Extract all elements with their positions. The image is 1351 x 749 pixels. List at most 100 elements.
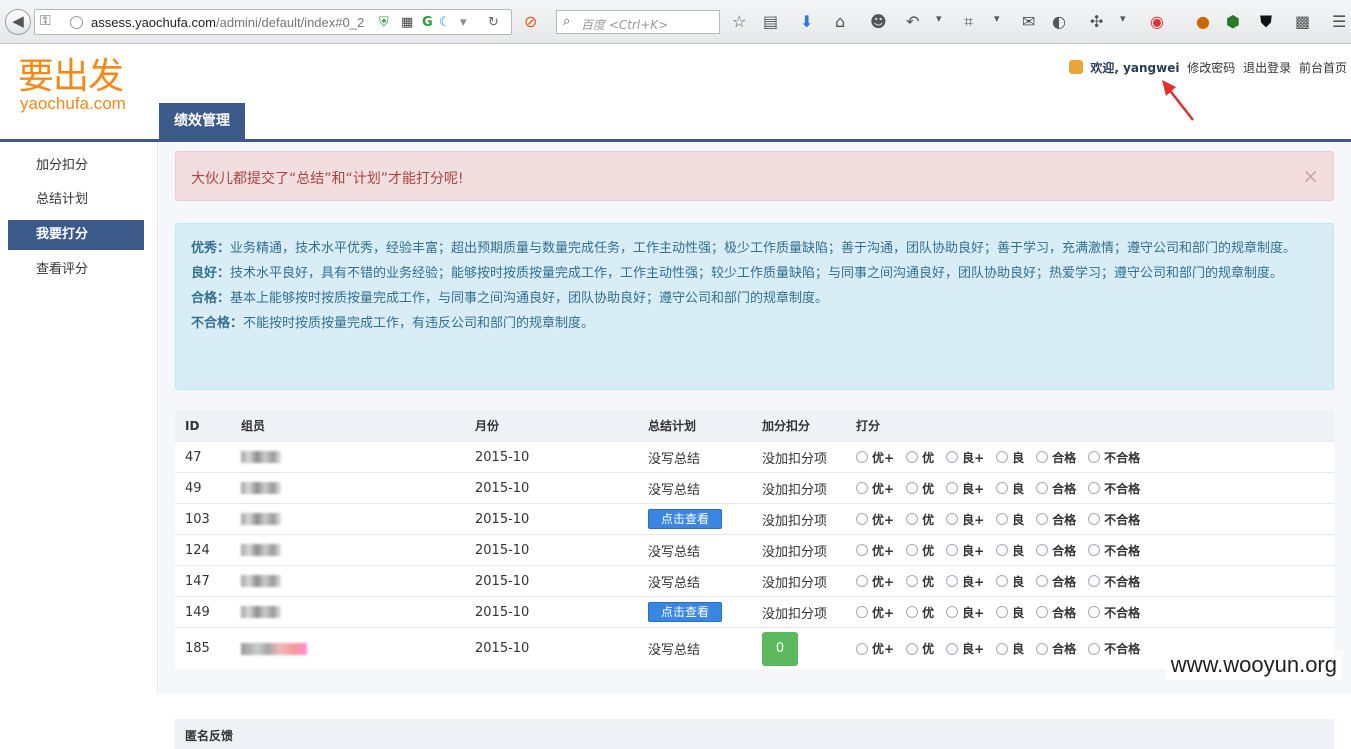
- radio-circle[interactable]: [1036, 451, 1049, 463]
- extension-red-icon[interactable]: ◉: [1150, 12, 1164, 31]
- undo-icon[interactable]: ↶: [906, 12, 919, 31]
- score-radio[interactable]: 优+: [856, 542, 894, 559]
- score-radio[interactable]: 合格: [1036, 640, 1076, 657]
- sidebar-item-rate[interactable]: 我要打分: [8, 220, 144, 250]
- radio-circle[interactable]: [946, 606, 959, 618]
- score-radio[interactable]: 良+: [946, 449, 984, 466]
- radio-circle[interactable]: [906, 451, 919, 463]
- g-extension-icon[interactable]: G: [422, 15, 433, 30]
- download-icon[interactable]: ⬇: [800, 12, 813, 31]
- radio-circle[interactable]: [1088, 451, 1101, 463]
- score-radio[interactable]: 优+: [856, 449, 894, 466]
- dropdown-arrow-icon[interactable]: ▾: [460, 15, 467, 30]
- radio-circle[interactable]: [906, 575, 919, 587]
- score-radio[interactable]: 不合格: [1088, 511, 1140, 528]
- radio-circle[interactable]: [856, 575, 868, 587]
- score-radio[interactable]: 良: [996, 640, 1024, 657]
- score-radio[interactable]: 优: [906, 542, 934, 559]
- radio-circle[interactable]: [946, 451, 959, 463]
- radio-circle[interactable]: [1088, 482, 1101, 494]
- score-radio[interactable]: 合格: [1036, 511, 1076, 528]
- bookmark-star-icon[interactable]: ☆: [732, 12, 746, 31]
- radio-circle[interactable]: [856, 606, 868, 618]
- radio-circle[interactable]: [946, 513, 959, 525]
- gesture-icon[interactable]: ◐: [1052, 12, 1066, 31]
- radio-circle[interactable]: [1088, 606, 1101, 618]
- radio-circle[interactable]: [996, 642, 1009, 655]
- radio-circle[interactable]: [1036, 513, 1049, 525]
- score-radio[interactable]: 良+: [946, 480, 984, 497]
- score-radio[interactable]: 优: [906, 604, 934, 621]
- score-radio[interactable]: 不合格: [1088, 542, 1140, 559]
- score-radio[interactable]: 良: [996, 511, 1024, 528]
- score-radio[interactable]: 优: [906, 640, 934, 657]
- radio-circle[interactable]: [906, 482, 919, 494]
- score-radio[interactable]: 合格: [1036, 449, 1076, 466]
- score-radio[interactable]: 优: [906, 511, 934, 528]
- score-radio[interactable]: 良+: [946, 604, 984, 621]
- radio-circle[interactable]: [906, 606, 919, 618]
- radio-circle[interactable]: [1036, 642, 1049, 655]
- front-home-link[interactable]: 前台首页: [1299, 61, 1347, 75]
- score-radio[interactable]: 优+: [856, 604, 894, 621]
- grid-extension-icon[interactable]: ▩: [1295, 12, 1310, 31]
- undo-menu-icon[interactable]: ▾: [936, 12, 942, 25]
- score-radio[interactable]: 不合格: [1088, 640, 1140, 657]
- score-radio[interactable]: 良+: [946, 640, 984, 657]
- reading-list-icon[interactable]: ▤: [763, 12, 778, 31]
- comment-icon[interactable]: ✉: [1022, 12, 1035, 31]
- score-radio[interactable]: 良+: [946, 573, 984, 590]
- score-radio[interactable]: 良: [996, 604, 1024, 621]
- tools-menu-icon[interactable]: ▾: [1120, 12, 1126, 25]
- chat-icon[interactable]: ☻: [870, 12, 887, 31]
- score-radio[interactable]: 优: [906, 449, 934, 466]
- score-radio[interactable]: 良: [996, 449, 1024, 466]
- score-radio[interactable]: 优: [906, 573, 934, 590]
- radio-circle[interactable]: [1088, 513, 1101, 525]
- radio-circle[interactable]: [1036, 606, 1049, 618]
- radio-circle[interactable]: [996, 606, 1009, 618]
- shield-icon[interactable]: ⛨: [379, 15, 389, 30]
- back-button[interactable]: ◀: [5, 9, 31, 35]
- radio-circle[interactable]: [1088, 642, 1101, 655]
- radio-circle[interactable]: [906, 642, 919, 655]
- score-radio[interactable]: 优: [906, 480, 934, 497]
- radio-circle[interactable]: [856, 451, 868, 463]
- radio-circle[interactable]: [856, 482, 868, 494]
- score-radio[interactable]: 不合格: [1088, 480, 1140, 497]
- radio-circle[interactable]: [1036, 575, 1049, 587]
- score-radio[interactable]: 优+: [856, 640, 894, 657]
- radio-circle[interactable]: [856, 544, 868, 556]
- bug-icon[interactable]: ✣: [1090, 12, 1103, 31]
- tab-performance-management[interactable]: 绩效管理: [159, 103, 245, 139]
- block-icon[interactable]: ⊘: [524, 12, 537, 31]
- logo-english[interactable]: yaochufa.com: [20, 94, 126, 114]
- score-radio[interactable]: 不合格: [1088, 604, 1140, 621]
- crop-icon[interactable]: ⌗: [964, 12, 973, 32]
- sidebar-item-bonus[interactable]: 加分扣分: [8, 151, 144, 181]
- radio-circle[interactable]: [856, 513, 868, 525]
- logout-link[interactable]: 退出登录: [1243, 61, 1291, 75]
- radio-circle[interactable]: [996, 482, 1009, 494]
- score-radio[interactable]: 不合格: [1088, 449, 1140, 466]
- score-radio[interactable]: 良+: [946, 542, 984, 559]
- radio-circle[interactable]: [1036, 544, 1049, 556]
- radio-circle[interactable]: [906, 513, 919, 525]
- score-radio[interactable]: 良: [996, 573, 1024, 590]
- reload-icon[interactable]: ↻: [488, 15, 499, 30]
- qr-code-icon[interactable]: ▦: [401, 15, 413, 30]
- radio-circle[interactable]: [946, 575, 959, 587]
- radio-circle[interactable]: [946, 544, 959, 556]
- change-password-link[interactable]: 修改密码: [1187, 61, 1235, 75]
- score-radio[interactable]: 优+: [856, 511, 894, 528]
- score-radio[interactable]: 良: [996, 480, 1024, 497]
- home-icon[interactable]: ⌂: [835, 12, 845, 31]
- shield-extension-icon[interactable]: ⛊: [1260, 12, 1272, 32]
- score-radio[interactable]: 良: [996, 542, 1024, 559]
- radio-circle[interactable]: [946, 642, 959, 655]
- menu-icon[interactable]: ☰: [1332, 12, 1346, 31]
- score-radio[interactable]: 合格: [1036, 480, 1076, 497]
- radio-circle[interactable]: [996, 513, 1009, 525]
- radio-circle[interactable]: [996, 451, 1009, 463]
- extension-orange-icon[interactable]: ●: [1196, 12, 1210, 31]
